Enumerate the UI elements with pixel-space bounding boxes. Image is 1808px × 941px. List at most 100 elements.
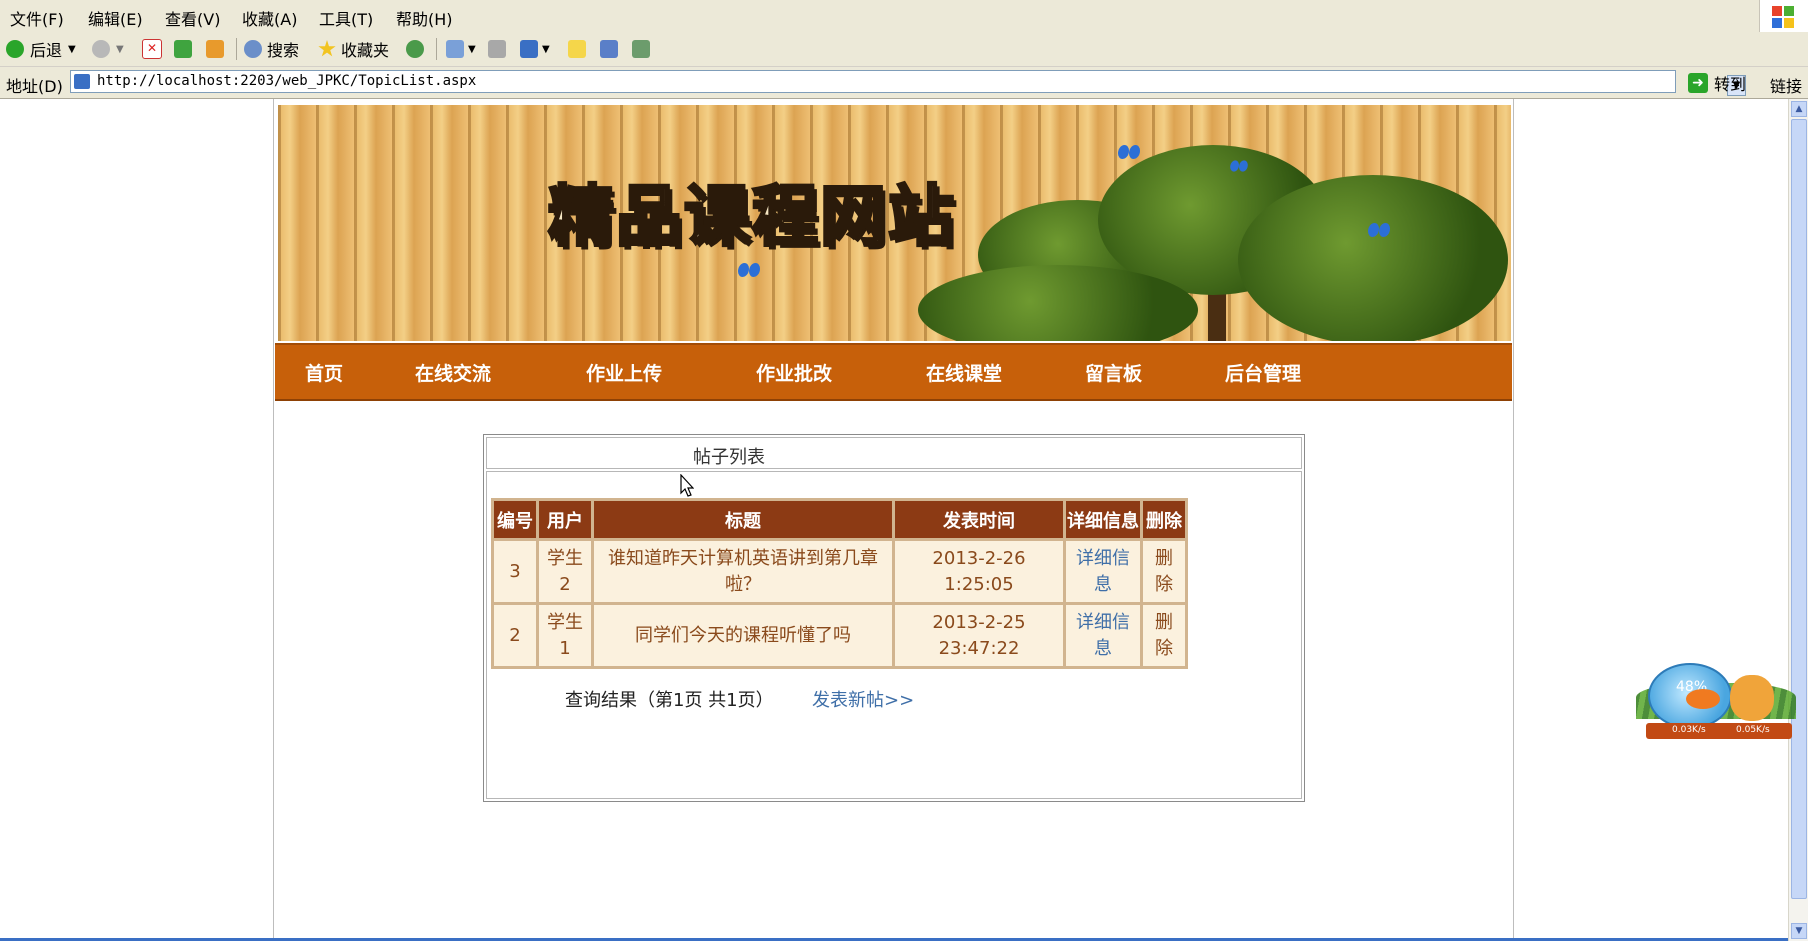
search-label: 搜索 xyxy=(267,41,300,60)
menu-view[interactable]: 查看(V) xyxy=(165,6,220,30)
delete-link[interactable]: 删除 xyxy=(1143,605,1185,666)
butterfly-icon xyxy=(1230,160,1248,172)
address-url[interactable]: http://localhost:2203/web_JPKC/TopicList… xyxy=(97,73,476,89)
go-button[interactable]: ➜ 转到 xyxy=(1688,71,1746,95)
links-button[interactable]: 链接 xyxy=(1770,73,1802,97)
edit-page-icon xyxy=(520,40,538,58)
refresh-icon xyxy=(174,40,192,58)
cell-title: 谁知道昨天计算机英语讲到第几章啦？ xyxy=(594,541,892,602)
detail-link[interactable]: 详细信息 xyxy=(1066,541,1140,602)
nav-online-chat[interactable]: 在线交流 xyxy=(415,359,491,386)
cell-time: 2013-2-26 1:25:05 xyxy=(895,541,1063,602)
nav-online-class[interactable]: 在线课堂 xyxy=(926,359,1002,386)
mouse-cursor-icon xyxy=(680,474,694,497)
messenger-icon xyxy=(600,40,618,58)
cell-user: 学生1 xyxy=(539,605,591,666)
stop-button[interactable]: ✕ xyxy=(142,37,162,61)
go-label: 转到 xyxy=(1714,75,1747,94)
cell-title: 同学们今天的课程听懂了吗 xyxy=(594,605,892,666)
topic-list-panel: 帖子列表 编号 用户 标题 发表时间 详细信息 删除 3 学生2 谁知道昨天计算… xyxy=(483,434,1305,802)
vertical-scrollbar[interactable]: ▲ ▼ xyxy=(1788,99,1808,941)
discuss-button[interactable] xyxy=(568,37,586,61)
go-arrow-icon: ➜ xyxy=(1688,73,1708,93)
star-icon xyxy=(318,40,336,57)
windows-logo-icon xyxy=(1759,0,1808,32)
menu-edit[interactable]: 编辑(E) xyxy=(88,6,143,30)
chevron-down-icon[interactable]: ▼ xyxy=(68,44,76,55)
topic-table: 编号 用户 标题 发表时间 详细信息 删除 3 学生2 谁知道昨天计算机英语讲到 xyxy=(491,498,1188,669)
col-title: 标题 xyxy=(594,501,892,538)
address-input[interactable]: http://localhost:2203/web_JPKC/TopicList… xyxy=(70,70,1746,96)
site-banner: 精品课程网站 xyxy=(278,105,1511,341)
home-icon xyxy=(206,40,224,58)
col-time: 发表时间 xyxy=(895,501,1063,538)
speed-bar: 0.03K/s 0.05K/s xyxy=(1646,723,1792,739)
site-title: 精品课程网站 xyxy=(547,176,956,257)
menu-bar: 文件(F) 编辑(E) 查看(V) 收藏(A) 工具(T) 帮助(H) xyxy=(0,0,1808,33)
address-bar: 地址(D) http://localhost:2203/web_JPKC/Top… xyxy=(0,67,1808,99)
scroll-thumb[interactable] xyxy=(1791,119,1807,899)
history-button[interactable] xyxy=(406,37,424,61)
detail-link[interactable]: 详细信息 xyxy=(1066,605,1140,666)
menu-favorites[interactable]: 收藏(A) xyxy=(242,6,297,30)
panel-title: 帖子列表 xyxy=(693,447,765,468)
address-label: 地址(D) xyxy=(6,77,63,96)
nav-admin[interactable]: 后台管理 xyxy=(1225,359,1301,386)
butterfly-icon xyxy=(1368,223,1390,237)
panel-header: 帖子列表 xyxy=(486,437,1302,469)
search-icon xyxy=(244,40,262,58)
table-row: 2 学生1 同学们今天的课程听懂了吗 2013-2-25 23:47:22 详细… xyxy=(494,605,1185,666)
mail-button[interactable]: ▼ xyxy=(446,37,476,61)
favorites-button[interactable]: 收藏夹 xyxy=(318,37,389,61)
nav-homework-grading[interactable]: 作业批改 xyxy=(756,359,832,386)
print-button[interactable] xyxy=(488,37,506,61)
forward-button[interactable]: ▼ xyxy=(92,37,124,61)
history-icon xyxy=(406,40,424,58)
menu-help[interactable]: 帮助(H) xyxy=(396,6,453,30)
toolbar: 后退 ▼ ▼ ✕ 搜索 收藏夹 ▼ ▼ xyxy=(0,32,1808,67)
scroll-down-icon[interactable]: ▼ xyxy=(1791,923,1807,939)
messenger-button[interactable] xyxy=(600,37,618,61)
cell-id: 2 xyxy=(494,605,536,666)
nav-home[interactable]: 首页 xyxy=(305,359,343,386)
nav-message-board[interactable]: 留言板 xyxy=(1085,359,1142,386)
print-icon xyxy=(488,40,506,58)
nav-homework-upload[interactable]: 作业上传 xyxy=(586,359,662,386)
panel-body: 编号 用户 标题 发表时间 详细信息 删除 3 学生2 谁知道昨天计算机英语讲到 xyxy=(486,471,1302,799)
cell-time: 2013-2-25 23:47:22 xyxy=(895,605,1063,666)
chevron-down-icon[interactable]: ▼ xyxy=(468,44,476,55)
page-container: 精品课程网站 首页 在线交流 作业上传 作业批改 在线课堂 留言板 后台管理 帖… xyxy=(273,99,1514,941)
stop-icon: ✕ xyxy=(142,39,162,59)
browser-viewport: 精品课程网站 首页 在线交流 作业上传 作业批改 在线课堂 留言板 后台管理 帖… xyxy=(0,99,1788,941)
download-speed: 0.05K/s xyxy=(1736,725,1770,735)
back-button[interactable]: 后退 ▼ xyxy=(6,37,76,61)
edit-button[interactable]: ▼ xyxy=(520,37,550,61)
new-post-link[interactable]: 发表新帖>> xyxy=(812,686,914,712)
refresh-button[interactable] xyxy=(174,37,192,61)
back-arrow-icon xyxy=(6,40,24,58)
chevron-down-icon[interactable]: ▼ xyxy=(542,44,550,55)
network-speed-widget[interactable]: 48% 0.03K/s 0.05K/s xyxy=(1636,655,1798,743)
fish-icon xyxy=(1686,689,1720,709)
pager-status: 查询结果（第1页 共1页） xyxy=(565,690,774,711)
menu-tools[interactable]: 工具(T) xyxy=(319,6,373,30)
research-button[interactable] xyxy=(632,37,650,61)
mail-icon xyxy=(446,40,464,58)
delete-link[interactable]: 删除 xyxy=(1143,541,1185,602)
home-button[interactable] xyxy=(206,37,224,61)
scroll-up-icon[interactable]: ▲ xyxy=(1791,101,1807,117)
butterfly-icon xyxy=(738,263,760,277)
search-button[interactable]: 搜索 xyxy=(244,37,299,61)
cell-id: 3 xyxy=(494,541,536,602)
menu-file[interactable]: 文件(F) xyxy=(10,6,64,30)
chevron-down-icon[interactable]: ▼ xyxy=(116,44,124,55)
page-icon xyxy=(74,74,90,89)
table-row: 3 学生2 谁知道昨天计算机英语讲到第几章啦？ 2013-2-26 1:25:0… xyxy=(494,541,1185,602)
cat-icon xyxy=(1730,675,1774,721)
research-icon xyxy=(632,40,650,58)
note-icon xyxy=(568,40,586,58)
col-user: 用户 xyxy=(539,501,591,538)
favorites-label: 收藏夹 xyxy=(341,41,390,60)
col-delete: 删除 xyxy=(1143,501,1185,538)
forward-arrow-icon xyxy=(92,40,110,58)
